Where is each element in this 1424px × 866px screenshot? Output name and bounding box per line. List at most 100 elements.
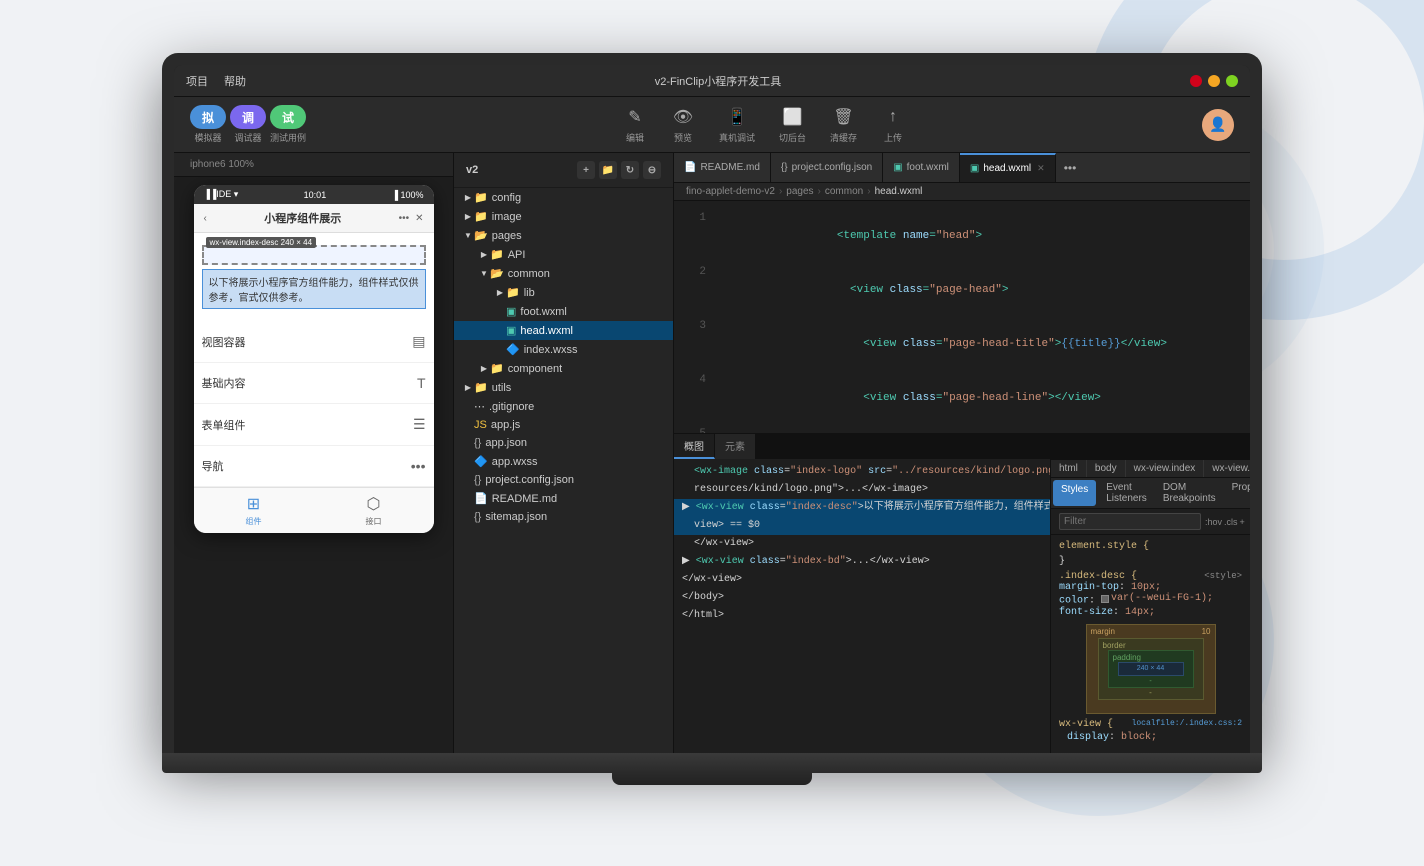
- action-clear-cache[interactable]: 🗑 清缓存: [830, 105, 857, 144]
- tree-label-appjson: app.json: [485, 437, 527, 449]
- user-avatar[interactable]: 👤: [1202, 109, 1234, 141]
- dom-line-7: </wx-view>: [674, 571, 1050, 589]
- styles-tab-properties[interactable]: Properties: [1224, 478, 1250, 508]
- code-line-2: 2 <view class="page-head">: [674, 263, 1250, 317]
- styles-tab-styles[interactable]: Styles: [1053, 480, 1096, 506]
- section-form[interactable]: 表单组件 ☰: [194, 404, 434, 446]
- action-background[interactable]: ⬜ 切后台: [779, 105, 806, 144]
- tree-item-appjson[interactable]: {} app.json: [454, 434, 673, 452]
- code-editor[interactable]: 1 <template name="head"> 2 <view class="…: [674, 201, 1250, 433]
- dom-line-3-selected[interactable]: ▶ <wx-view class="index-desc">以下将展示小程序官方…: [674, 499, 1050, 517]
- breadcrumb-item-2[interactable]: common: [825, 186, 863, 197]
- action-upload[interactable]: ↑ 上传: [881, 105, 905, 144]
- tab-project-config[interactable]: {} project.config.json: [771, 153, 883, 182]
- phone-more-icon[interactable]: •••: [399, 213, 410, 224]
- styles-filter-input[interactable]: [1059, 513, 1201, 530]
- phone-close-icon[interactable]: ✕: [415, 213, 423, 224]
- devtools-tab-overview[interactable]: 概图: [674, 434, 715, 459]
- tree-item-gitignore[interactable]: ⋯ .gitignore: [454, 397, 673, 416]
- border-label: border: [1103, 641, 1126, 650]
- tree-item-lib[interactable]: ▶ 📁 lib: [454, 283, 673, 302]
- styles-filter-buttons: :hov .cls +: [1205, 517, 1245, 527]
- tree-item-appjs[interactable]: JS app.js: [454, 416, 673, 434]
- section-view-container[interactable]: 视图容器 ▤: [194, 321, 434, 363]
- close-button[interactable]: [1190, 75, 1202, 87]
- action-edit[interactable]: ✎ 编辑: [623, 105, 647, 144]
- path-item-wx-view-hd[interactable]: wx-view.index-hd: [1204, 460, 1250, 477]
- styles-panel: html body wx-view.index wx-view.index-hd…: [1050, 459, 1250, 753]
- styles-tab-event-listeners[interactable]: Event Listeners: [1098, 478, 1155, 508]
- tree-label-utils: utils: [492, 382, 512, 394]
- device-debug-label: 真机调试: [719, 131, 755, 144]
- tree-item-utils[interactable]: ▶ 📁 utils: [454, 378, 673, 397]
- tree-item-pages[interactable]: ▼ 📂 pages: [454, 226, 673, 245]
- maximize-button[interactable]: [1226, 75, 1238, 87]
- tree-item-common[interactable]: ▼ 📂 common: [454, 264, 673, 283]
- font-size-val: 14px;: [1125, 607, 1155, 618]
- debug-button[interactable]: 调 调试器: [230, 105, 266, 144]
- bottom-nav-components[interactable]: ⊞ 组件: [246, 494, 262, 527]
- simulate-button[interactable]: 拟 模拟器: [190, 105, 226, 144]
- tree-item-component[interactable]: ▶ 📁 component: [454, 359, 673, 378]
- wx-view-link[interactable]: localfile:/.index.css:2: [1132, 719, 1242, 728]
- tree-label-lib: lib: [524, 287, 535, 299]
- section-basic-content[interactable]: 基础内容 T: [194, 363, 434, 404]
- tab-foot-wxml[interactable]: ▣ foot.wxml: [883, 153, 960, 182]
- tree-item-config[interactable]: ▶ 📁 config: [454, 188, 673, 207]
- path-item-wx-view-index[interactable]: wx-view.index: [1126, 460, 1205, 477]
- new-folder-button[interactable]: 📁: [599, 161, 617, 179]
- refresh-button[interactable]: ↻: [621, 161, 639, 179]
- test-button[interactable]: 试 测试用例: [270, 105, 306, 144]
- dom-tree[interactable]: <wx-image class="index-logo" src="../res…: [674, 459, 1050, 753]
- menu-item-project[interactable]: 项目: [186, 73, 208, 89]
- tree-item-projectjson[interactable]: {} project.config.json: [454, 471, 673, 489]
- tab-readme[interactable]: 📄 README.md: [674, 153, 771, 182]
- breadcrumb-sep-1: ›: [818, 186, 821, 197]
- action-device-debug[interactable]: 📱 真机调试: [719, 105, 755, 144]
- devtools-tab-elements[interactable]: 元素: [715, 434, 756, 459]
- minimize-button[interactable]: [1208, 75, 1220, 87]
- folder-icon-pages: 📂: [474, 229, 488, 242]
- file-icon-appwxss: 🔷: [474, 455, 488, 468]
- laptop-base: [162, 753, 1262, 773]
- file-icon-appjs: JS: [474, 419, 487, 431]
- devtools-content: <wx-image class="index-logo" src="../res…: [674, 459, 1250, 753]
- tree-item-foot-wxml[interactable]: ▣ foot.wxml: [454, 302, 673, 321]
- collapse-button[interactable]: ⊖: [643, 161, 661, 179]
- tree-item-appwxss[interactable]: 🔷 app.wxss: [454, 452, 673, 471]
- screen-inner: 项目 帮助 v2-FinClip小程序开发工具 拟: [174, 65, 1250, 753]
- devtools-header: 概图 元素: [674, 434, 1250, 459]
- debug-label: 调试器: [234, 131, 261, 144]
- file-icon-head-wxml: ▣: [506, 324, 516, 337]
- path-item-html[interactable]: html: [1051, 460, 1087, 477]
- laptop-stand: [612, 773, 812, 785]
- path-item-body[interactable]: body: [1087, 460, 1126, 477]
- file-icon-projectjson: {}: [474, 474, 481, 486]
- dom-line-5: </wx-view>: [674, 535, 1050, 553]
- tab-more-button[interactable]: •••: [1056, 161, 1085, 175]
- menu-item-help[interactable]: 帮助: [224, 73, 246, 89]
- tree-item-sitemap[interactable]: {} sitemap.json: [454, 508, 673, 526]
- section-nav[interactable]: 导航 •••: [194, 446, 434, 487]
- margin-value: 10: [1202, 627, 1211, 636]
- action-preview[interactable]: 👁 预览: [671, 105, 695, 144]
- tab-head-wxml[interactable]: ▣ head.wxml ✕: [960, 153, 1056, 182]
- bottom-nav-api[interactable]: ⬡ 接口: [366, 494, 382, 527]
- new-file-button[interactable]: +: [577, 161, 595, 179]
- file-tree: ▶ 📁 config ▶ 📁 image ▼ 📂: [454, 188, 673, 526]
- breadcrumb-item-1[interactable]: pages: [786, 186, 813, 197]
- filter-cls[interactable]: .cls: [1224, 517, 1238, 527]
- filter-hov[interactable]: :hov: [1205, 517, 1222, 527]
- font-size-prop: font-size: [1059, 607, 1113, 618]
- tab-close-button[interactable]: ✕: [1037, 163, 1045, 174]
- tree-item-readme[interactable]: 📄 README.md: [454, 489, 673, 508]
- tree-item-api[interactable]: ▶ 📁 API: [454, 245, 673, 264]
- styles-tab-dom-breakpoints[interactable]: DOM Breakpoints: [1155, 478, 1224, 508]
- padding-value: -: [1149, 678, 1151, 685]
- tree-item-head-wxml[interactable]: ▣ head.wxml: [454, 321, 673, 340]
- project-config-label: project.config.json: [792, 162, 873, 173]
- tree-item-image[interactable]: ▶ 📁 image: [454, 207, 673, 226]
- filter-add[interactable]: +: [1240, 517, 1245, 527]
- tree-item-index-wxss[interactable]: 🔷 index.wxss: [454, 340, 673, 359]
- breadcrumb-item-0[interactable]: fino-applet-demo-v2: [686, 186, 775, 197]
